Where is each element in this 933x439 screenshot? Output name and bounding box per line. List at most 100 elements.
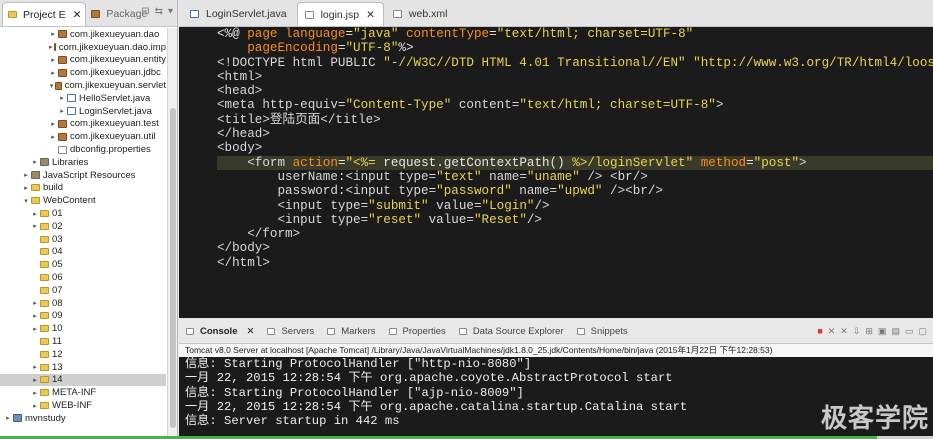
expand-arrow-icon[interactable]: ▸ xyxy=(49,56,57,64)
tree-item[interactable]: 03 xyxy=(0,233,166,246)
tree-item[interactable]: ▸ HelloServlet.java xyxy=(0,92,166,105)
tree-item[interactable]: ▸ META-INF xyxy=(0,386,166,399)
scrollbar-thumb[interactable] xyxy=(170,108,176,428)
editor-tab-web-xml[interactable]: web.xml xyxy=(386,2,456,26)
tree-item[interactable]: ▾ WebContent xyxy=(0,194,166,207)
close-icon[interactable]: ✕ xyxy=(73,9,82,21)
code-line[interactable]: 1<%@ page language="java" contentType="t… xyxy=(217,27,933,41)
code-line[interactable]: 12 password:<input type="password" name=… xyxy=(217,184,933,198)
collapse-all-icon[interactable]: ⊟ xyxy=(141,6,149,17)
tree-item[interactable]: ▸ com.jikexueyuan.util xyxy=(0,130,166,143)
console-output[interactable]: 信息: Starting ProtocolHandler ["http-nio-… xyxy=(179,357,933,439)
tab-console[interactable]: Console ✕ xyxy=(185,326,254,337)
explorer-scrollbar[interactable] xyxy=(167,28,177,439)
expand-arrow-icon[interactable]: ▸ xyxy=(31,376,39,384)
close-icon[interactable]: ✕ xyxy=(246,326,254,337)
code-line[interactable]: 7<title>登陆页面</title> xyxy=(217,113,933,127)
expand-arrow-icon[interactable]: ▸ xyxy=(58,94,66,102)
tree-item[interactable]: ▸ WEB-INF xyxy=(0,399,166,412)
expand-arrow-icon[interactable]: ▸ xyxy=(49,43,53,51)
expand-arrow-icon[interactable]: ▸ xyxy=(4,414,12,422)
expand-arrow-icon[interactable]: ▸ xyxy=(31,389,39,397)
expand-arrow-icon[interactable]: ▸ xyxy=(49,30,57,38)
expand-arrow-icon[interactable]: ▸ xyxy=(22,184,30,192)
tree-item[interactable]: ▸ com.jikexueyuan.dao.imp xyxy=(0,41,166,54)
maximize-icon[interactable]: ▢ xyxy=(918,326,927,337)
tab-project-explorer[interactable]: Project E ✕ xyxy=(2,2,87,26)
tree-item[interactable]: ▸ com.jikexueyuan.entity xyxy=(0,54,166,67)
tree-item[interactable]: ▾ com.jikexueyuan.servlet xyxy=(0,79,166,92)
code-line[interactable]: 14 <input type="reset" value="Reset"/> xyxy=(217,213,933,227)
code-line[interactable]: 10 <form action="<%= request.getContextP… xyxy=(217,155,933,170)
expand-arrow-icon[interactable]: ▸ xyxy=(31,210,39,218)
tree-item[interactable]: 05 xyxy=(0,258,166,271)
expand-arrow-icon[interactable]: ▸ xyxy=(31,158,39,166)
code-text[interactable]: 1<%@ page language="java" contentType="t… xyxy=(217,27,933,318)
expand-arrow-icon[interactable]: ▸ xyxy=(49,133,57,141)
expand-arrow-icon[interactable]: ▸ xyxy=(31,312,39,320)
tree-item[interactable]: ▸ 14 xyxy=(0,373,166,387)
code-line[interactable]: 9<body> xyxy=(217,141,933,155)
tree-item[interactable]: ▸ 09 xyxy=(0,310,166,323)
expand-arrow-icon[interactable]: ▸ xyxy=(31,363,39,371)
expand-arrow-icon[interactable]: ▸ xyxy=(58,107,66,115)
pin-console-icon[interactable]: ⊞ xyxy=(865,326,873,337)
code-line[interactable]: 3<!DOCTYPE html PUBLIC "-//W3C//DTD HTML… xyxy=(217,56,933,70)
expand-arrow-icon[interactable]: ▸ xyxy=(31,222,39,230)
code-line[interactable]: 4<html> xyxy=(217,70,933,84)
tree-item[interactable]: dbconfig.properties xyxy=(0,143,166,156)
tree-item[interactable]: 07 xyxy=(0,284,166,297)
expand-arrow-icon[interactable]: ▸ xyxy=(31,325,39,333)
scroll-lock-icon[interactable]: ⇩ xyxy=(853,326,861,337)
terminate-icon[interactable]: ■ xyxy=(817,326,822,337)
code-line[interactable]: 15 </form> xyxy=(217,227,933,241)
expand-arrow-icon[interactable]: ▸ xyxy=(49,69,57,77)
tree-item[interactable]: ▸ com.jikexueyuan.dao xyxy=(0,28,166,41)
code-line[interactable]: 5<head> xyxy=(217,84,933,98)
expand-arrow-icon[interactable]: ▾ xyxy=(22,197,30,205)
tab-markers[interactable]: Markers xyxy=(326,326,376,337)
tree-item[interactable]: 11 xyxy=(0,335,166,348)
editor-tab-login-jsp[interactable]: login.jsp ✕ xyxy=(296,2,384,26)
open-console-icon[interactable]: ▤ xyxy=(891,326,900,337)
tree-item[interactable]: 06 xyxy=(0,271,166,284)
tree-item[interactable]: ▸ Libraries xyxy=(0,156,166,169)
link-editor-icon[interactable]: ⇆ xyxy=(155,6,163,17)
code-line[interactable]: 11 userName:<input type="text" name="una… xyxy=(217,170,933,184)
code-line[interactable]: 2 pageEncoding="UTF-8"%> xyxy=(217,41,933,55)
remove-launch-icon[interactable]: ✕ xyxy=(828,326,836,337)
tree-item[interactable]: ▸ 08 xyxy=(0,297,166,310)
expand-arrow-icon[interactable]: ▸ xyxy=(31,299,39,307)
tree-item[interactable]: ▸ 10 xyxy=(0,322,166,335)
tab-properties[interactable]: Properties xyxy=(388,326,446,337)
tab-servers[interactable]: Servers xyxy=(266,326,314,337)
code-line[interactable]: 16</body> xyxy=(217,241,933,255)
expand-arrow-icon[interactable]: ▸ xyxy=(31,402,39,410)
display-console-icon[interactable]: ▣ xyxy=(878,326,887,337)
expand-arrow-icon[interactable]: ▸ xyxy=(49,120,57,128)
tree-item[interactable]: ▸ com.jikexueyuan.jdbc xyxy=(0,66,166,79)
remove-all-icon[interactable]: ✕ xyxy=(840,326,848,337)
tree-item[interactable]: ▸ LoginServlet.java xyxy=(0,105,166,118)
tab-snippets[interactable]: Snippets xyxy=(576,326,628,337)
code-line[interactable]: 17</html> xyxy=(217,256,933,270)
tree-item[interactable]: ▸ build xyxy=(0,182,166,195)
tree-item[interactable]: ▸ com.jikexueyuan.test xyxy=(0,118,166,131)
tree-item[interactable]: ▸ 01 xyxy=(0,207,166,220)
tab-data-source-explorer[interactable]: Data Source Explorer xyxy=(458,326,564,337)
view-menu-icon[interactable]: ▾ xyxy=(168,6,173,17)
tree-item[interactable]: 12 xyxy=(0,348,166,361)
tree-item[interactable]: ▸ 02 xyxy=(0,220,166,233)
code-line[interactable]: 8</head> xyxy=(217,127,933,141)
expand-arrow-icon[interactable]: ▾ xyxy=(49,82,54,90)
close-icon[interactable]: ✕ xyxy=(366,9,375,21)
tree-item[interactable]: ▸ JavaScript Resources xyxy=(0,169,166,182)
code-line[interactable]: 6<meta http-equiv="Content-Type" content… xyxy=(217,98,933,112)
tree-item[interactable]: 04 xyxy=(0,246,166,259)
expand-arrow-icon[interactable]: ▸ xyxy=(22,171,30,179)
code-line[interactable]: 13 <input type="submit" value="Login"/> xyxy=(217,199,933,213)
minimize-icon[interactable]: ▭ xyxy=(905,326,914,337)
editor-tab-loginservlet[interactable]: LoginServlet.java xyxy=(183,2,295,26)
code-editor[interactable]: 1<%@ page language="java" contentType="t… xyxy=(179,27,933,318)
tree-item[interactable]: ▸ mvnstudy xyxy=(0,412,166,425)
